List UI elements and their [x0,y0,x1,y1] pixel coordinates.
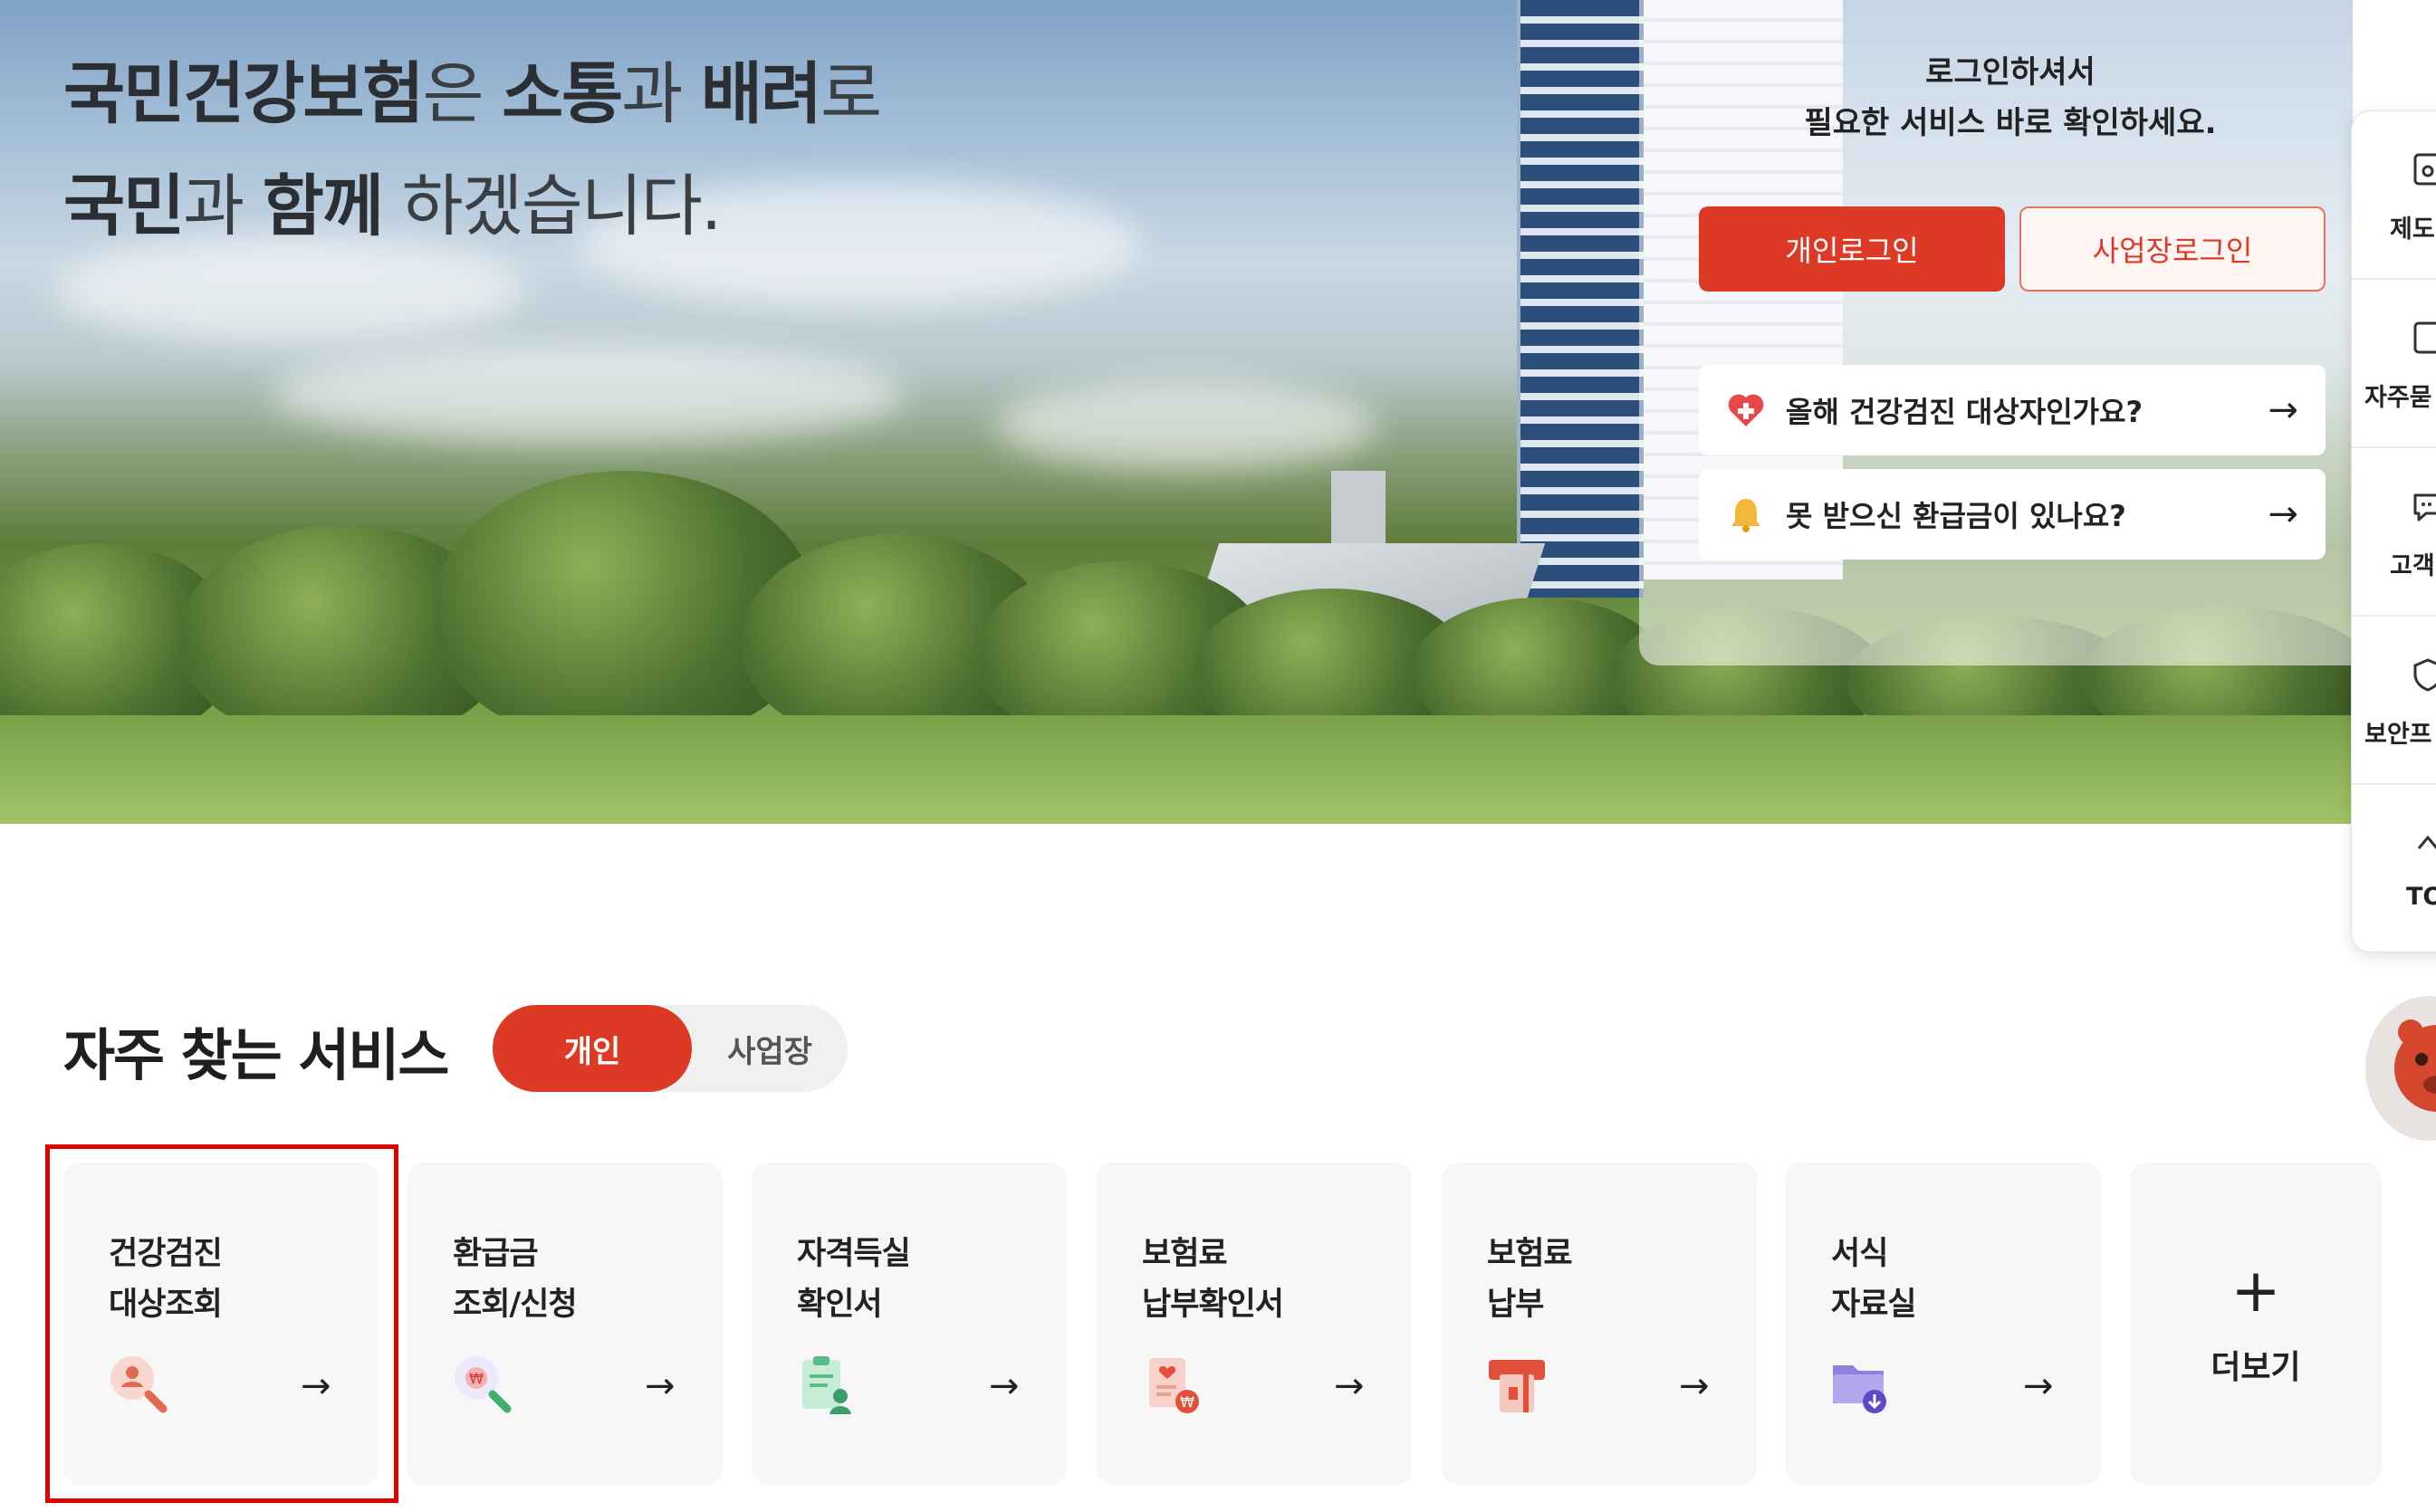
quick-link-checkup[interactable]: 올해 건강검진 대상자인가요? → [1699,365,2326,455]
login-message-line1: 로그인하셔서 [1925,54,2096,91]
card-label-line2: 자료실 [1831,1287,1917,1323]
tab-business[interactable]: 사업장 [692,1005,848,1092]
right-quick-rail: 제도 자주묻 고객 보안프 TO [2351,110,2436,952]
hero-title-segment: 국민 [63,167,185,245]
rail-item-customer[interactable]: 고객 [2352,448,2436,617]
hero-title-segment: 은 [422,55,503,133]
quick-link-label: 올해 건강검진 대상자인가요? [1786,395,2143,429]
quick-link-label: 못 받으신 환급금이 있나요? [1786,499,2126,533]
faq-icon [2413,321,2436,354]
folder-download-icon [1833,1365,1886,1413]
card-payment-icon [1489,1360,1545,1412]
card-label-line2: 대상조회 [109,1287,223,1323]
service-card-eligibility[interactable]: 자격득실 확인서 → [752,1163,1067,1485]
receipt-won-icon: ₩ [1149,1358,1199,1413]
rail-item-label: 보안프 [2364,721,2432,749]
service-card-premium-payment[interactable]: 보험료 납부 → [1442,1163,1757,1485]
arrow-right-icon: → [645,1365,676,1407]
rail-item-label: TO [2406,883,2436,911]
bell-icon [1726,494,1766,534]
hero-title-segment: 로 [820,55,882,133]
service-more-button[interactable]: + 더보기 [2130,1163,2382,1485]
person-search-icon [110,1356,168,1413]
hero-title-segment: 배려 [700,55,822,133]
rail-item-security[interactable]: 보안프 [2352,617,2436,785]
rail-item-label: 제도 [2390,215,2435,244]
shield-icon [2413,658,2436,692]
document-icon [2413,153,2436,186]
hero-title-segment: 소통 [502,55,623,133]
svg-text:₩: ₩ [469,1370,484,1387]
hero-title: 국민건강보험은 소통과 배려로 국민과 함께 하겠습니다. [63,38,882,263]
chevron-up-icon [2417,835,2436,849]
hero-title-segment: 과 [621,55,701,133]
tab-personal[interactable]: 개인 [493,1005,692,1092]
chat-icon [2413,493,2436,522]
rail-item-label: 자주묻 [2364,384,2432,412]
rail-item-faq[interactable]: 자주묻 [2352,280,2436,448]
section-title: 자주 찾는 서비스 [63,1022,449,1088]
rail-item-label: 고객 [2390,552,2435,580]
card-label-line2: 확인서 [797,1287,883,1323]
card-label-line2: 조회/신청 [453,1287,578,1323]
plus-icon: + [2230,1256,2281,1325]
card-label-line1: 보험료 [1142,1236,1228,1272]
arrow-right-icon: → [989,1365,1020,1407]
arrow-right-icon: → [1334,1365,1365,1407]
card-label-line1: 서식 [1831,1236,1888,1272]
grass-field [0,715,2353,824]
cloud-shape [272,344,906,444]
quick-link-refund[interactable]: 못 받으신 환급금이 있나요? → [1699,469,2326,560]
hero-title-segment: 함께 [262,167,384,245]
more-label: 더보기 [2211,1349,2301,1386]
card-label-line1: 환급금 [453,1236,539,1272]
arrow-right-icon: → [2268,389,2298,431]
clipboard-person-icon [802,1356,851,1414]
hero-title-segment: 국민건강보험 [63,55,424,133]
won-search-icon: ₩ [455,1356,512,1413]
service-type-toggle: 개인 사업장 [493,1005,848,1092]
hero-title-segment: 과 [183,167,263,245]
card-label-line2: 납부 [1487,1287,1544,1323]
service-card-checkup[interactable]: 건강검진 대상조회 → [63,1163,379,1485]
arrow-right-icon: → [2023,1365,2054,1407]
card-label-line1: 자격득실 [797,1236,911,1272]
card-label-line1: 보험료 [1487,1236,1573,1272]
mascot-chatbot-icon[interactable] [2365,996,2436,1141]
service-card-forms-library[interactable]: 서식 자료실 → [1786,1163,2101,1485]
business-login-button[interactable]: 사업장로그인 [2019,206,2326,292]
service-card-refund[interactable]: 환급금 조회/신청 ₩ → [408,1163,723,1485]
rail-item-system[interactable]: 제도 [2352,111,2436,280]
card-label-line1: 건강검진 [109,1236,223,1272]
service-card-payment-certificate[interactable]: 보험료 납부확인서 ₩ → [1097,1163,1412,1485]
hero-title-line2: 국민과 함께 하겠습니다. [63,150,880,263]
heart-plus-icon [1726,390,1766,430]
login-message: 로그인하셔서 필요한 서비스 바로 확인하세요. [1702,47,2318,148]
rail-item-top[interactable]: TO [2352,785,2436,953]
card-label-line2: 납부확인서 [1142,1287,1284,1323]
hero-title-segment: 하겠습니다. [381,167,722,245]
arrow-right-icon: → [301,1365,331,1407]
personal-login-button[interactable]: 개인로그인 [1699,206,2005,292]
arrow-right-icon: → [1679,1365,1710,1407]
hero-title-line1: 국민건강보험은 소통과 배려로 [63,38,882,150]
login-message-line2: 필요한 서비스 바로 확인하세요. [1804,105,2217,141]
cloud-shape [996,380,1376,471]
arrow-right-icon: → [2268,493,2298,535]
svg-text:₩: ₩ [1180,1393,1194,1411]
